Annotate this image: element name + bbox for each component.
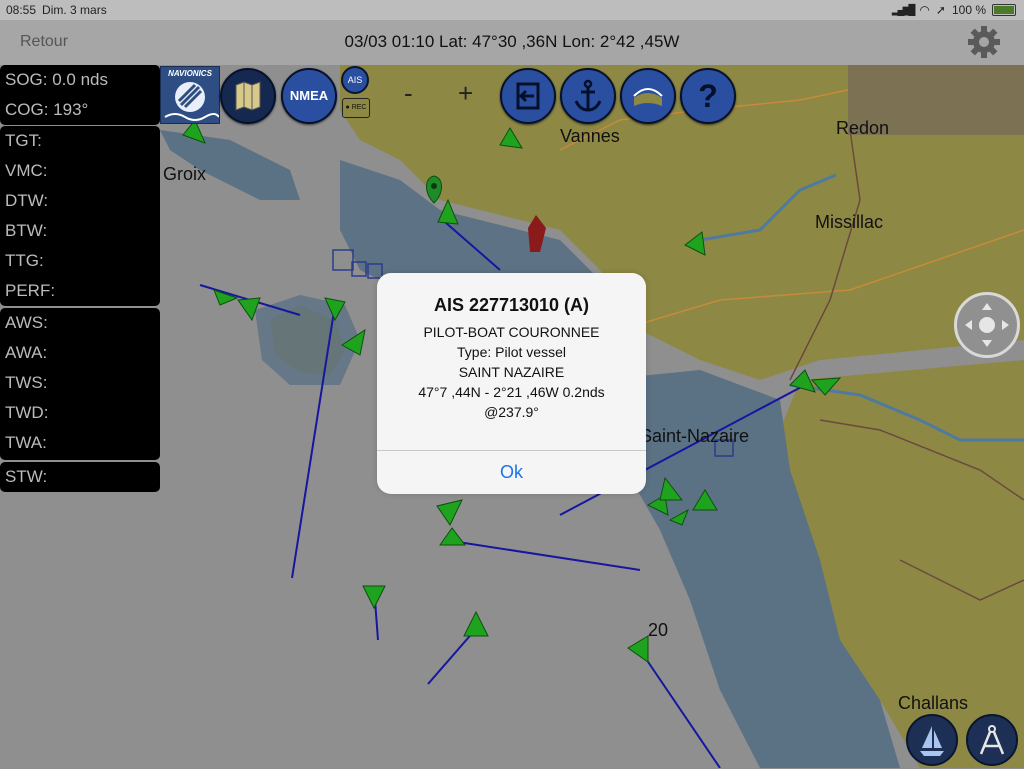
- nmea-button[interactable]: NMEA: [281, 68, 337, 124]
- perf-readout: PERF:: [5, 281, 56, 300]
- ais-label: AIS: [347, 75, 363, 85]
- dividers-icon: [979, 725, 1005, 755]
- zoom-in-button[interactable]: +: [458, 78, 473, 109]
- help-icon: ?: [698, 78, 718, 114]
- nav-bar: Retour 03/03 01:10 Lat: 47°30 ,36N Lon: …: [0, 20, 1024, 65]
- signal-icon: ▂▄▆█: [891, 4, 916, 16]
- location-icon: ➚: [935, 3, 946, 17]
- ais-info-dialog: AIS 227713010 (A) PILOT-BOAT COURONNEE T…: [377, 273, 646, 494]
- twd-readout: TWD:: [5, 403, 49, 422]
- dialog-title: AIS 227713010 (A): [433, 295, 590, 315]
- map-label-challans: Challans: [898, 693, 968, 713]
- battery-percent: 100 %: [951, 3, 986, 17]
- map-layers-button[interactable]: [220, 68, 276, 124]
- exit-button[interactable]: [500, 68, 556, 124]
- btw-readout: BTW:: [5, 221, 48, 240]
- map-label-groix: Groix: [163, 164, 206, 184]
- tide-button[interactable]: [620, 68, 676, 124]
- record-button[interactable]: ● REC: [342, 98, 370, 118]
- depth-label: 20: [648, 620, 668, 640]
- twa-readout: TWA:: [5, 433, 47, 452]
- nmea-label: NMEA: [289, 88, 329, 103]
- aws-readout: AWS:: [5, 313, 48, 332]
- cog-readout: COG: 193°: [5, 100, 89, 119]
- map-icon: [235, 81, 261, 111]
- compass-tool-button[interactable]: [966, 714, 1018, 766]
- vessel-position: 47°7 ,44N - 2°21 ,46W 0.2nds: [418, 384, 605, 400]
- vessel-port: SAINT NAZAIRE: [458, 364, 565, 380]
- route-data-panel: TGT: VMC: DTW: BTW: TTG: PERF:: [0, 126, 160, 306]
- help-button[interactable]: ?: [680, 68, 736, 124]
- anchor-button[interactable]: [560, 68, 616, 124]
- status-date: Dim. 3 mars: [42, 3, 107, 17]
- map-label-saint-nazaire: Saint-Nazaire: [640, 426, 749, 446]
- speed-data-panel: STW:: [0, 462, 160, 492]
- dtw-readout: DTW:: [5, 191, 49, 210]
- zoom-out-button[interactable]: -: [404, 78, 413, 109]
- vessel-name: PILOT-BOAT COURONNEE: [423, 324, 600, 340]
- settings-gear-icon[interactable]: [966, 24, 1002, 60]
- ttg-readout: TTG:: [5, 251, 44, 270]
- navionics-label: NAVIONICS: [168, 69, 212, 78]
- map-label-missillac: Missillac: [815, 212, 883, 232]
- dpad-arrows-icon: [965, 303, 1009, 347]
- rec-label: ● REC: [345, 104, 367, 111]
- map-label-vannes: Vannes: [560, 126, 620, 146]
- sog-readout: SOG: 0.0 nds: [5, 70, 108, 89]
- vmc-readout: VMC:: [5, 161, 48, 180]
- tgt-readout: TGT:: [5, 131, 42, 150]
- ok-button[interactable]: Ok: [377, 451, 646, 494]
- wifi-icon: ◠: [919, 3, 930, 17]
- pan-control[interactable]: [954, 292, 1020, 358]
- navionics-logo[interactable]: NAVIONICS: [160, 66, 220, 124]
- dialog-message: PILOT-BOAT COURONNEE Type: Pilot vessel …: [377, 322, 646, 422]
- tide-icon: [633, 88, 663, 106]
- vessel-heading: @237.9°: [484, 404, 539, 420]
- battery-icon: [992, 4, 1016, 16]
- sailboat-icon: [920, 726, 944, 756]
- vessel-type: Type: Pilot vessel: [457, 344, 566, 360]
- ais-button[interactable]: AIS: [341, 66, 369, 94]
- map-label-redon: Redon: [836, 118, 889, 138]
- anchor-icon: [574, 79, 602, 112]
- awa-readout: AWA:: [5, 343, 48, 362]
- nav-data-panel: SOG: 0.0 nds COG: 193°: [0, 65, 160, 125]
- wind-data-panel: AWS: AWA: TWS: TWD: TWA:: [0, 308, 160, 460]
- tws-readout: TWS:: [5, 373, 48, 392]
- sailing-button[interactable]: [906, 714, 958, 766]
- exit-icon: [516, 82, 540, 110]
- position-title: 03/03 01:10 Lat: 47°30 ,36N Lon: 2°42 ,4…: [344, 32, 680, 51]
- status-bar: 08:55 Dim. 3 mars ▂▄▆█ ◠ ➚ 100 %: [0, 0, 1024, 20]
- status-time: 08:55: [6, 3, 37, 17]
- stw-readout: STW:: [5, 467, 48, 486]
